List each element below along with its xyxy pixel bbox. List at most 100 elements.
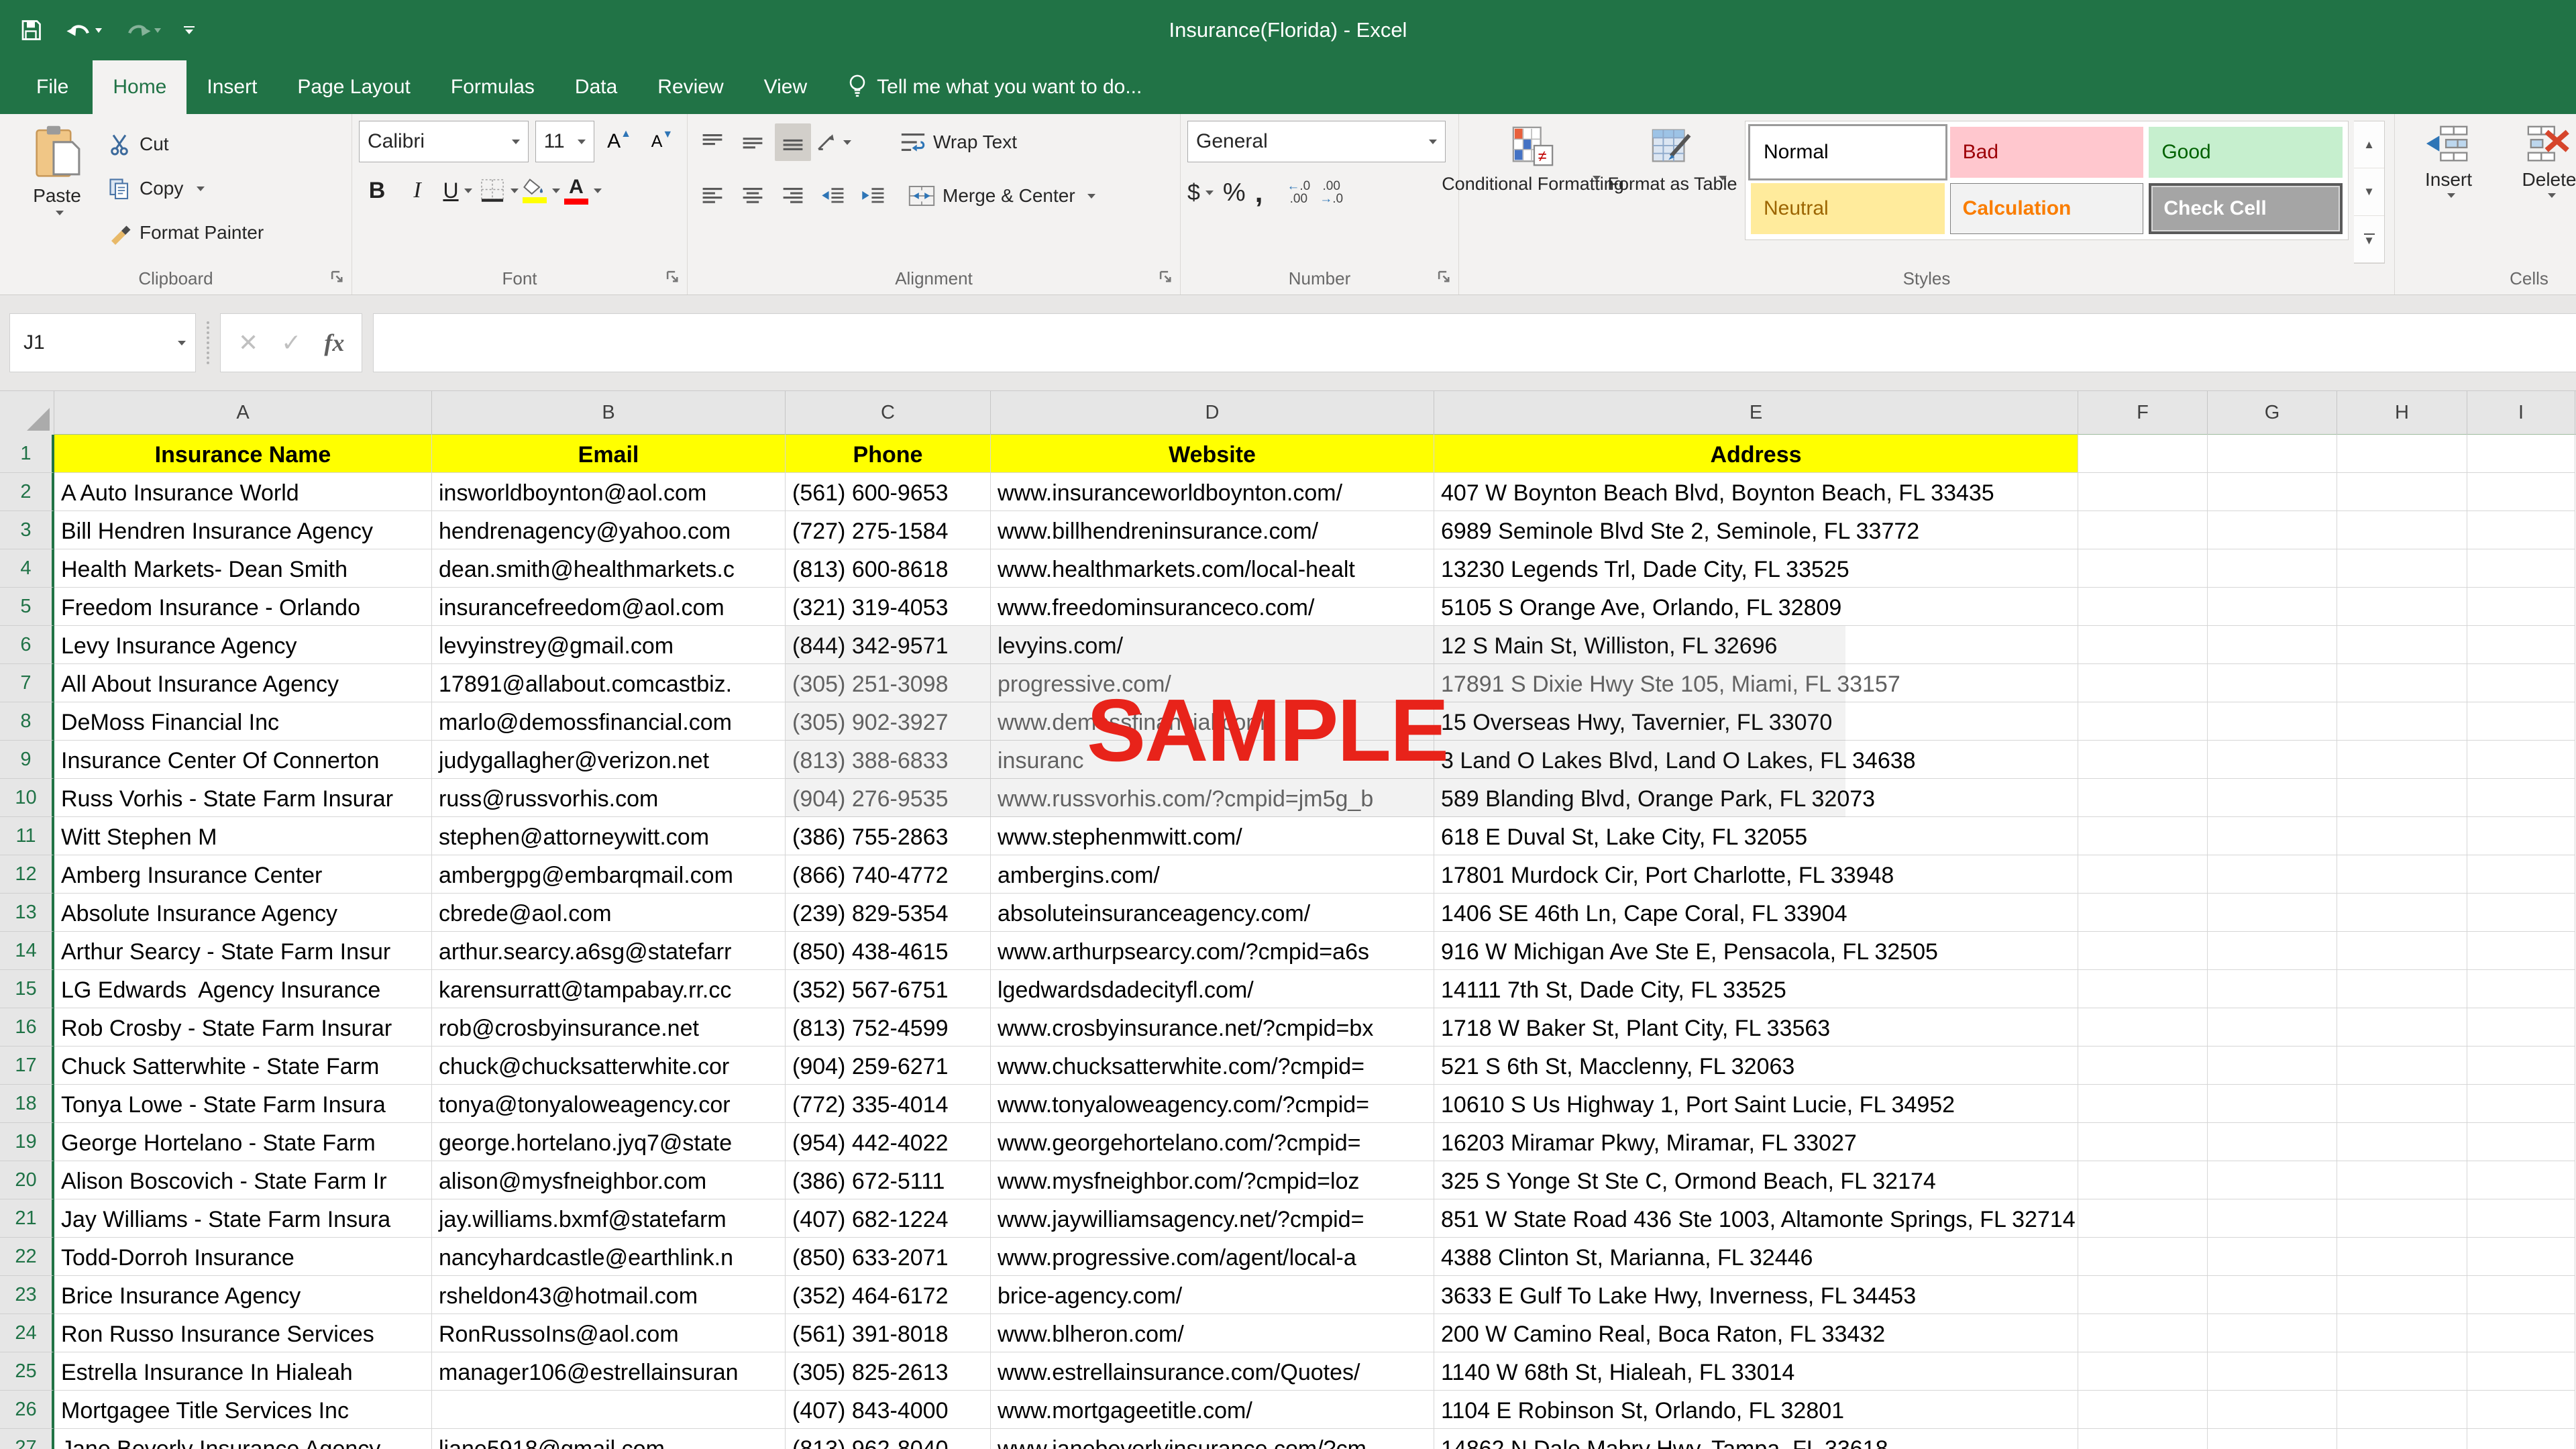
- cell-H6[interactable]: [2337, 626, 2467, 664]
- cell-B3[interactable]: hendrenagency@yahoo.com: [432, 511, 786, 549]
- cell-I22[interactable]: [2467, 1238, 2575, 1276]
- paste-button[interactable]: Paste: [7, 121, 107, 264]
- cell-D9[interactable]: insuranc: [991, 741, 1434, 779]
- cell-D23[interactable]: brice-agency.com/: [991, 1276, 1434, 1314]
- cell-C7[interactable]: (305) 251-3098: [786, 664, 991, 702]
- tab-view[interactable]: View: [744, 60, 827, 114]
- cell-H21[interactable]: [2337, 1199, 2467, 1238]
- cell-F13[interactable]: [2078, 894, 2208, 932]
- cell-C18[interactable]: (772) 335-4014: [786, 1085, 991, 1123]
- cell-F12[interactable]: [2078, 855, 2208, 894]
- cell-I10[interactable]: [2467, 779, 2575, 817]
- row-header-13[interactable]: 13: [0, 894, 54, 932]
- save-icon[interactable]: [19, 18, 43, 42]
- cell-A18[interactable]: Tonya Lowe - State Farm Insura: [54, 1085, 432, 1123]
- fill-color-dropdown-icon[interactable]: [552, 189, 560, 193]
- cell-F16[interactable]: [2078, 1008, 2208, 1046]
- cancel-icon[interactable]: ✕: [238, 329, 258, 357]
- cell-E11[interactable]: 618 E Duval St, Lake City, FL 32055: [1434, 817, 2078, 855]
- cell-A16[interactable]: Rob Crosby - State Farm Insurar: [54, 1008, 432, 1046]
- cell-I2[interactable]: [2467, 473, 2575, 511]
- cell-A14[interactable]: Arthur Searcy - State Farm Insur: [54, 932, 432, 970]
- cell-B2[interactable]: insworldboynton@aol.com: [432, 473, 786, 511]
- insert-cells-button[interactable]: Insert: [2402, 121, 2496, 264]
- cell-B10[interactable]: russ@russvorhis.com: [432, 779, 786, 817]
- cell-H20[interactable]: [2337, 1161, 2467, 1199]
- column-header-F[interactable]: F: [2078, 391, 2208, 435]
- cell-E18[interactable]: 10610 S Us Highway 1, Port Saint Lucie, …: [1434, 1085, 2078, 1123]
- cell-F11[interactable]: [2078, 817, 2208, 855]
- cell-I25[interactable]: [2467, 1352, 2575, 1391]
- cell-I11[interactable]: [2467, 817, 2575, 855]
- cell-H7[interactable]: [2337, 664, 2467, 702]
- cell-G23[interactable]: [2208, 1276, 2337, 1314]
- cell-C15[interactable]: (352) 567-6751: [786, 970, 991, 1008]
- borders-dropdown-icon[interactable]: [511, 189, 519, 193]
- cell-A5[interactable]: Freedom Insurance - Orlando: [54, 588, 432, 626]
- cell-F8[interactable]: [2078, 702, 2208, 741]
- cell-C20[interactable]: (386) 672-5111: [786, 1161, 991, 1199]
- cell-H22[interactable]: [2337, 1238, 2467, 1276]
- cell-G5[interactable]: [2208, 588, 2337, 626]
- cell-A19[interactable]: George Hortelano - State Farm: [54, 1123, 432, 1161]
- cell-E21[interactable]: 851 W State Road 436 Ste 1003, Altamonte…: [1434, 1199, 2078, 1238]
- cell-F24[interactable]: [2078, 1314, 2208, 1352]
- cell-A13[interactable]: Absolute Insurance Agency: [54, 894, 432, 932]
- cell-C2[interactable]: (561) 600-9653: [786, 473, 991, 511]
- cell-G25[interactable]: [2208, 1352, 2337, 1391]
- decrease-indent-button[interactable]: [815, 177, 851, 215]
- cell-D1[interactable]: Website: [991, 435, 1434, 473]
- cell-D25[interactable]: www.estrellainsurance.com/Quotes/: [991, 1352, 1434, 1391]
- formula-input[interactable]: [373, 313, 2576, 372]
- cell-E1[interactable]: Address: [1434, 435, 2078, 473]
- cell-B24[interactable]: RonRussoIns@aol.com: [432, 1314, 786, 1352]
- cell-A8[interactable]: DeMoss Financial Inc: [54, 702, 432, 741]
- row-header-1[interactable]: 1: [0, 435, 54, 473]
- cell-G27[interactable]: [2208, 1429, 2337, 1449]
- cell-B6[interactable]: levyinstrey@gmail.com: [432, 626, 786, 664]
- wrap-text-button[interactable]: Wrap Text: [893, 122, 1024, 162]
- cell-H10[interactable]: [2337, 779, 2467, 817]
- cell-G13[interactable]: [2208, 894, 2337, 932]
- cell-C11[interactable]: (386) 755-2863: [786, 817, 991, 855]
- cell-H3[interactable]: [2337, 511, 2467, 549]
- row-header-12[interactable]: 12: [0, 855, 54, 894]
- align-right-button[interactable]: [775, 177, 811, 215]
- align-left-button[interactable]: [694, 177, 731, 215]
- row-header-26[interactable]: 26: [0, 1391, 54, 1429]
- row-header-22[interactable]: 22: [0, 1238, 54, 1276]
- cell-D6[interactable]: levyins.com/: [991, 626, 1434, 664]
- cell-H15[interactable]: [2337, 970, 2467, 1008]
- cell-D27[interactable]: www.janebeverlyinsurance.com/?cm: [991, 1429, 1434, 1449]
- decrease-font-size-button[interactable]: A▼: [644, 123, 680, 160]
- cell-F15[interactable]: [2078, 970, 2208, 1008]
- cell-E25[interactable]: 1140 W 68th St, Hialeah, FL 33014: [1434, 1352, 2078, 1391]
- cell-D16[interactable]: www.crosbyinsurance.net/?cmpid=bx: [991, 1008, 1434, 1046]
- cell-F2[interactable]: [2078, 473, 2208, 511]
- cell-F7[interactable]: [2078, 664, 2208, 702]
- cell-B8[interactable]: marlo@demossfinancial.com: [432, 702, 786, 741]
- cell-I1[interactable]: [2467, 435, 2575, 473]
- underline-button[interactable]: U: [439, 172, 476, 209]
- cell-B1[interactable]: Email: [432, 435, 786, 473]
- column-header-E[interactable]: E: [1434, 391, 2078, 435]
- cell-F26[interactable]: [2078, 1391, 2208, 1429]
- increase-font-size-button[interactable]: A▲: [601, 123, 637, 160]
- cell-C26[interactable]: (407) 843-4000: [786, 1391, 991, 1429]
- cell-I21[interactable]: [2467, 1199, 2575, 1238]
- row-header-11[interactable]: 11: [0, 817, 54, 855]
- cell-H25[interactable]: [2337, 1352, 2467, 1391]
- tab-file[interactable]: File: [12, 60, 93, 114]
- cell-E14[interactable]: 916 W Michigan Ave Ste E, Pensacola, FL …: [1434, 932, 2078, 970]
- row-header-21[interactable]: 21: [0, 1199, 54, 1238]
- customize-quick-access-icon[interactable]: [184, 26, 195, 34]
- cell-F19[interactable]: [2078, 1123, 2208, 1161]
- cell-C14[interactable]: (850) 438-4615: [786, 932, 991, 970]
- cell-D11[interactable]: www.stephenmwitt.com/: [991, 817, 1434, 855]
- cell-E6[interactable]: 12 S Main St, Williston, FL 32696: [1434, 626, 2078, 664]
- cell-H16[interactable]: [2337, 1008, 2467, 1046]
- cell-B22[interactable]: nancyhardcastle@earthlink.n: [432, 1238, 786, 1276]
- cell-C6[interactable]: (844) 342-9571: [786, 626, 991, 664]
- cell-G22[interactable]: [2208, 1238, 2337, 1276]
- cell-F21[interactable]: [2078, 1199, 2208, 1238]
